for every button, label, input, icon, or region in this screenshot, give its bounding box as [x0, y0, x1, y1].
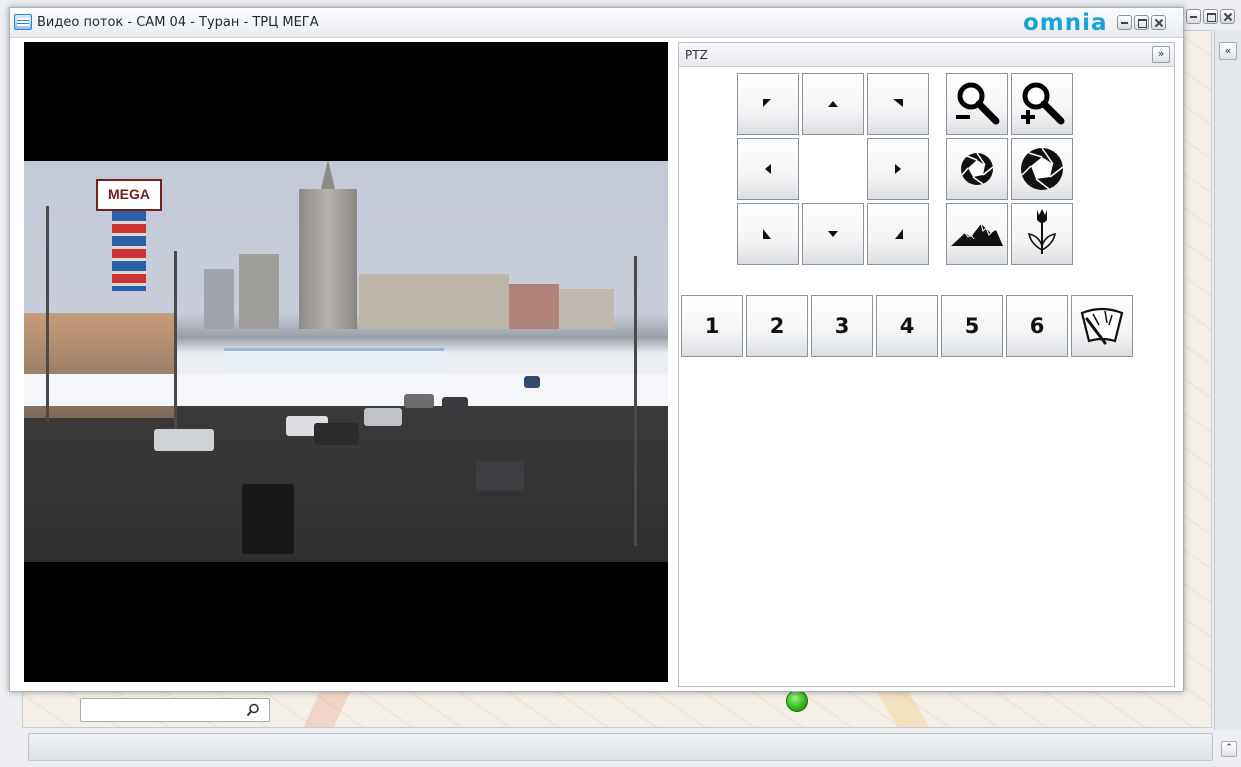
window-controls	[1117, 15, 1166, 30]
iris-open-button[interactable]	[1011, 138, 1073, 200]
zoom-in-button[interactable]	[1011, 73, 1073, 135]
pan-up-right-button[interactable]	[867, 73, 929, 135]
wiper-icon	[1080, 307, 1124, 345]
arrow-right-icon	[895, 164, 901, 174]
preset-2-button[interactable]: 2	[746, 295, 808, 357]
pan-down-left-button[interactable]	[737, 203, 799, 265]
focus-far-button[interactable]	[946, 203, 1008, 265]
preset-label: 3	[834, 314, 850, 338]
status-bar	[28, 733, 1213, 761]
mega-sign: MEGA	[96, 179, 162, 211]
arrow-up-right-icon	[893, 99, 903, 107]
maximize-icon[interactable]	[1134, 15, 1149, 30]
minimize-icon[interactable]	[1117, 15, 1132, 30]
pan-right-button[interactable]	[867, 138, 929, 200]
zoom-out-icon	[956, 82, 1000, 125]
arrow-up-left-icon	[763, 99, 771, 107]
tilt-up-button[interactable]	[802, 73, 864, 135]
camera-image: MEGA	[24, 161, 668, 562]
preset-5-button[interactable]: 5	[941, 295, 1003, 357]
pan-left-button[interactable]	[737, 138, 799, 200]
zoom-out-button[interactable]	[946, 73, 1008, 135]
magnifier-icon[interactable]	[239, 700, 267, 720]
preset-4-button[interactable]: 4	[876, 295, 938, 357]
wiper-button[interactable]	[1071, 295, 1133, 357]
preset-label: 5	[964, 314, 980, 338]
map-street-label	[1188, 89, 1192, 93]
arrow-down-left-icon	[763, 229, 771, 239]
iris-close-button[interactable]	[946, 138, 1008, 200]
pan-up-left-button[interactable]	[737, 73, 799, 135]
preset-6-button[interactable]: 6	[1006, 295, 1068, 357]
iris-open-icon	[1021, 147, 1064, 190]
preset-label: 4	[899, 314, 915, 338]
video-stream[interactable]: MEGA	[24, 42, 668, 682]
focus-far-icon	[951, 223, 1003, 246]
pan-down-right-button[interactable]	[867, 203, 929, 265]
preset-3-button[interactable]: 3	[811, 295, 873, 357]
focus-near-icon	[1027, 209, 1057, 254]
sidebar-collapse-button[interactable]: «	[1219, 42, 1237, 60]
preset-label: 1	[704, 314, 720, 338]
iris-close-icon	[961, 152, 994, 185]
arrow-left-icon	[765, 164, 771, 174]
preset-1-button[interactable]: 1	[681, 295, 743, 357]
window-titlebar[interactable]: Видео поток - CAM 04 - Туран - ТРЦ МЕГА …	[10, 8, 1183, 38]
zoom-in-icon	[1021, 82, 1065, 125]
ptz-collapse-button[interactable]: »	[1152, 46, 1170, 63]
focus-near-button[interactable]	[1011, 203, 1073, 265]
window-app-icon	[14, 14, 32, 30]
tilt-down-button[interactable]	[802, 203, 864, 265]
map-camera-marker[interactable]	[786, 690, 808, 712]
preset-label: 2	[769, 314, 785, 338]
background-close-icon[interactable]	[1220, 9, 1235, 24]
arrow-down-icon	[828, 231, 838, 237]
window-title: Видео поток - CAM 04 - Туран - ТРЦ МЕГА	[37, 15, 319, 30]
close-icon[interactable]	[1151, 15, 1166, 30]
ptz-title: PTZ	[685, 48, 708, 62]
background-minimize-icon[interactable]	[1186, 9, 1201, 24]
omnia-logo: omnia	[1023, 10, 1108, 36]
status-expand-button[interactable]: ⌃	[1221, 741, 1237, 757]
ptz-panel: PTZ » 1 2 3 4 5 6	[678, 42, 1175, 687]
right-sidebar	[1214, 30, 1241, 730]
map-search-input[interactable]	[80, 698, 270, 722]
preset-label: 6	[1029, 314, 1045, 338]
video-stream-window: Видео поток - CAM 04 - Туран - ТРЦ МЕГА …	[9, 7, 1184, 692]
ptz-header: PTZ »	[679, 43, 1174, 67]
background-maximize-icon[interactable]	[1203, 9, 1218, 24]
background-window-controls	[1186, 9, 1235, 24]
arrow-up-icon	[828, 101, 838, 107]
arrow-down-right-icon	[895, 229, 903, 239]
